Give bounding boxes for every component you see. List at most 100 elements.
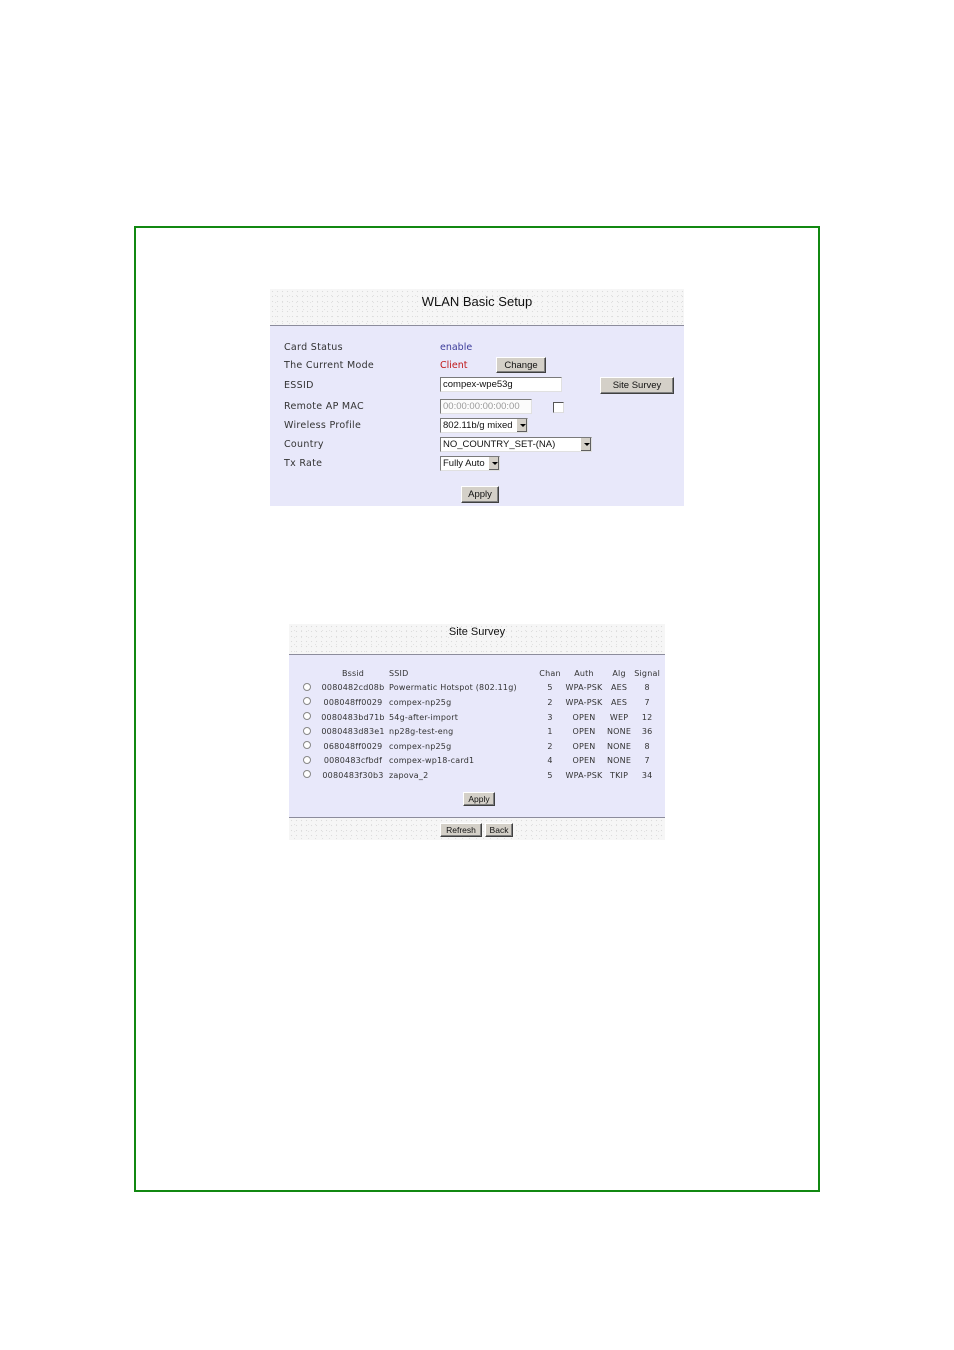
chan-cell: 3 xyxy=(547,712,553,722)
remote-ap-mac-input[interactable]: 00:00:00:00:00:00 xyxy=(440,399,532,414)
select-cell[interactable] xyxy=(295,739,319,754)
auth-cell: OPEN xyxy=(572,756,596,766)
header-divider xyxy=(289,654,665,655)
col-bssid: Bssid xyxy=(341,668,365,678)
tx-rate-selected: Fully Auto xyxy=(443,458,485,469)
col-ssid: SSID xyxy=(389,668,409,678)
network-radio[interactable] xyxy=(303,682,311,691)
survey-table: Bssid SSID Chan Auth Alg Signal 0080482c… xyxy=(295,666,663,783)
card-status-value: enable xyxy=(440,342,473,353)
alg-cell: WEP xyxy=(609,712,629,722)
panel-title: WLAN Basic Setup xyxy=(421,294,533,309)
tx-rate-label: Tx Rate xyxy=(284,458,323,469)
signal-cell: 7 xyxy=(644,697,650,707)
essid-label: ESSID xyxy=(284,380,314,391)
network-radio[interactable] xyxy=(303,741,311,750)
signal-cell: 8 xyxy=(644,683,650,693)
select-cell[interactable] xyxy=(295,724,319,739)
bssid-cell: 0080482cd08b xyxy=(321,683,385,693)
chevron-down-icon[interactable] xyxy=(488,457,499,470)
site-survey-button[interactable]: Site Survey xyxy=(600,377,674,394)
panel-title: Site Survey xyxy=(448,626,506,638)
col-chan: Chan xyxy=(539,668,561,678)
table-row[interactable]: 0080483cfbdf compex-wp18-card1 4 OPEN NONE 7 xyxy=(295,754,663,769)
bssid-cell: 0080483bd71b xyxy=(321,712,385,722)
signal-cell: 8 xyxy=(644,741,650,751)
ssid-cell: 54g-after-import xyxy=(389,712,459,722)
tx-rate-select[interactable]: Fully Auto xyxy=(440,456,500,471)
wlan-basic-setup-panel: WLAN Basic Setup Card Status enable The … xyxy=(270,289,684,506)
chan-cell: 5 xyxy=(547,770,553,780)
apply-button[interactable]: Apply xyxy=(461,486,499,503)
bssid-cell: 0080483cfbdf xyxy=(323,756,383,766)
auth-cell: OPEN xyxy=(572,712,596,722)
header-divider xyxy=(270,325,684,326)
network-radio[interactable] xyxy=(303,726,311,735)
chan-cell: 2 xyxy=(547,697,553,707)
remote-ap-mac-checkbox[interactable] xyxy=(553,402,564,413)
change-mode-button[interactable]: Change xyxy=(496,357,546,373)
col-select xyxy=(295,666,319,681)
chevron-down-icon[interactable] xyxy=(516,419,527,432)
survey-apply-button[interactable]: Apply xyxy=(463,792,495,806)
remote-ap-mac-label: Remote AP MAC xyxy=(284,401,364,412)
col-alg: Alg xyxy=(612,668,626,678)
auth-cell: WPA-PSK xyxy=(565,697,603,707)
network-radio[interactable] xyxy=(303,697,311,706)
alg-cell: AES xyxy=(610,697,628,707)
chan-cell: 1 xyxy=(547,727,553,737)
country-selected: NO_COUNTRY_SET-(NA) xyxy=(443,439,556,450)
auth-cell: OPEN xyxy=(572,727,596,737)
chan-cell: 4 xyxy=(547,756,553,766)
table-header-row: Bssid SSID Chan Auth Alg Signal xyxy=(295,666,663,681)
chevron-down-icon[interactable] xyxy=(580,438,591,451)
wireless-profile-select[interactable]: 802.11b/g mixed xyxy=(440,418,528,433)
back-button[interactable]: Back xyxy=(485,823,513,837)
bssid-cell: 0080483f30b3 xyxy=(322,770,384,780)
bssid-cell: 068048ff0029 xyxy=(323,741,383,751)
col-signal: Signal xyxy=(634,668,661,678)
select-cell[interactable] xyxy=(295,681,319,696)
ssid-cell: np28g-test-eng xyxy=(389,727,454,737)
ssid-cell: compex-np25g xyxy=(389,697,452,707)
network-radio[interactable] xyxy=(303,712,311,721)
table-row[interactable]: 0080483d83e1 np28g-test-eng 1 OPEN NONE 36 xyxy=(295,724,663,739)
auth-cell: OPEN xyxy=(572,741,596,751)
table-row[interactable]: 0080483f30b3 zapova_2 5 WPA-PSK TKIP 34 xyxy=(295,768,663,783)
wireless-profile-selected: 802.11b/g mixed xyxy=(443,420,513,431)
current-mode-value: Client xyxy=(440,360,468,371)
table-row[interactable]: 0080482cd08b Powermatic Hotspot (802.11g)… xyxy=(295,681,663,696)
network-radio[interactable] xyxy=(303,755,311,764)
select-cell[interactable] xyxy=(295,695,319,710)
chan-cell: 5 xyxy=(547,683,553,693)
col-auth: Auth xyxy=(574,668,594,678)
select-cell[interactable] xyxy=(295,768,319,783)
site-survey-panel: Site Survey Bssid SSID Chan Auth Alg Sig… xyxy=(289,624,665,840)
refresh-button[interactable]: Refresh xyxy=(440,823,482,837)
select-cell[interactable] xyxy=(295,754,319,769)
alg-cell: NONE xyxy=(607,741,632,751)
card-status-label: Card Status xyxy=(284,342,343,353)
ssid-cell: compex-wp18-card1 xyxy=(389,756,475,766)
select-cell[interactable] xyxy=(295,710,319,725)
table-row[interactable]: 068048ff0029 compex-np25g 2 OPEN NONE 8 xyxy=(295,739,663,754)
alg-cell: NONE xyxy=(607,756,632,766)
auth-cell: WPA-PSK xyxy=(565,770,603,780)
bssid-cell: 008048ff0029 xyxy=(323,697,383,707)
signal-cell: 7 xyxy=(644,756,650,766)
signal-cell: 12 xyxy=(641,712,653,722)
table-row[interactable]: 0080483bd71b 54g-after-import 3 OPEN WEP 12 xyxy=(295,710,663,725)
country-label: Country xyxy=(284,439,324,450)
country-select[interactable]: NO_COUNTRY_SET-(NA) xyxy=(440,437,592,452)
table-row[interactable]: 008048ff0029 compex-np25g 2 WPA-PSK AES 7 xyxy=(295,695,663,710)
ssid-cell: compex-np25g xyxy=(389,741,452,751)
auth-cell: WPA-PSK xyxy=(565,683,603,693)
ssid-cell: Powermatic Hotspot (802.11g) xyxy=(389,683,517,693)
network-radio[interactable] xyxy=(303,770,311,779)
current-mode-label: The Current Mode xyxy=(284,360,375,371)
alg-cell: NONE xyxy=(607,727,632,737)
alg-cell: AES xyxy=(610,683,628,693)
alg-cell: TKIP xyxy=(610,770,629,780)
ssid-cell: zapova_2 xyxy=(389,770,429,780)
essid-input[interactable]: compex-wpe53g xyxy=(440,377,562,392)
